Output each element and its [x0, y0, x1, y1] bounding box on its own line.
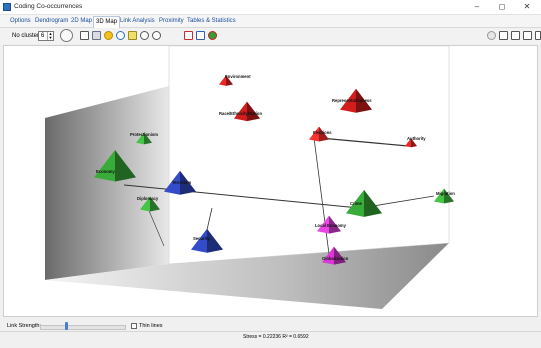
link-strength-label: Link Strength: — [7, 323, 41, 329]
clusters-spinner[interactable]: 6 ▲ ▼ — [38, 31, 54, 41]
node-label: Globalization — [322, 256, 349, 261]
color-icon[interactable] — [208, 31, 217, 40]
node-label: Protectionism — [130, 132, 158, 137]
tab-proximity[interactable]: Proximity — [157, 17, 186, 26]
3d-map-view[interactable]: Environment Representativeness Race/Ethnic… — [3, 45, 538, 317]
spinner-arrows-icon[interactable]: ▲ ▼ — [47, 32, 53, 40]
tab-3d-map[interactable]: 3D Map — [93, 16, 121, 28]
gear-icon[interactable] — [487, 31, 496, 40]
close-button[interactable]: ✕ — [515, 0, 539, 14]
maximize-button[interactable]: ◻ — [490, 0, 514, 14]
tab-2d-map[interactable]: 2D Map — [69, 17, 94, 26]
link-strength-slider-thumb[interactable] — [65, 322, 69, 330]
stress-readout: Stress = 0.22236 R² = 0.6592 — [243, 334, 309, 340]
node-label: Authority — [407, 136, 426, 141]
tab-dendrogram[interactable]: Dendrogram — [33, 17, 70, 26]
node-label: Diplomacy — [137, 196, 159, 201]
node-label: Economy — [96, 169, 116, 174]
zoom-in-icon[interactable] — [140, 31, 149, 40]
tab-tables-statistics[interactable]: Tables & Statistics — [185, 17, 238, 26]
node-label: Local Economy — [315, 223, 347, 228]
copy-icon[interactable] — [80, 31, 89, 40]
node-label: Terrorism — [172, 180, 192, 185]
node-label: Migration — [436, 191, 455, 196]
node-label: Race/Ethnicity/Nation — [219, 111, 262, 116]
thin-lines-checkbox[interactable] — [131, 323, 137, 329]
toolbar: No clusters: 6 ▲ ▼ — [0, 28, 541, 44]
zoom-out-icon[interactable] — [152, 31, 161, 40]
title-bar: Coding Co-occurrences – ◻ ✕ — [0, 0, 541, 15]
print-icon-right[interactable] — [535, 31, 541, 40]
node-label: Crime — [350, 201, 363, 206]
window-title: Coding Co-occurrences — [14, 3, 83, 10]
tab-options[interactable]: Options — [8, 17, 33, 26]
print-icon[interactable] — [92, 31, 101, 40]
link-strength-slider[interactable] — [40, 325, 126, 330]
minimize-button[interactable]: – — [465, 0, 489, 14]
rotation-dial[interactable] — [60, 29, 73, 42]
node-label: Representativeness — [332, 98, 372, 103]
highlight-icon[interactable] — [104, 31, 113, 40]
clusters-value: 6 — [41, 33, 45, 39]
view-tabs: Options Dendrogram 2D Map 3D Map Link An… — [0, 15, 541, 28]
3d-scene[interactable]: Environment Representativeness Race/Ethnic… — [4, 46, 538, 317]
export-icon[interactable] — [499, 31, 508, 40]
node-label: Security — [193, 236, 210, 241]
left-wall — [45, 86, 169, 280]
settings-icon[interactable] — [128, 31, 137, 40]
node-label: Elections — [313, 130, 332, 135]
thin-lines-label: Thin lines — [139, 323, 163, 329]
back-wall — [168, 46, 450, 265]
status-bar: Stress = 0.22236 R² = 0.6592 — [0, 331, 541, 342]
info-icon[interactable] — [116, 31, 125, 40]
network-icon[interactable] — [196, 31, 205, 40]
app-icon — [3, 3, 11, 11]
scatter-icon[interactable] — [184, 31, 193, 40]
disk-icon[interactable] — [523, 31, 532, 40]
tab-link-analysis[interactable]: Link Analysis — [118, 17, 157, 26]
node-label: Environment — [225, 74, 251, 79]
save-icon[interactable] — [511, 31, 520, 40]
